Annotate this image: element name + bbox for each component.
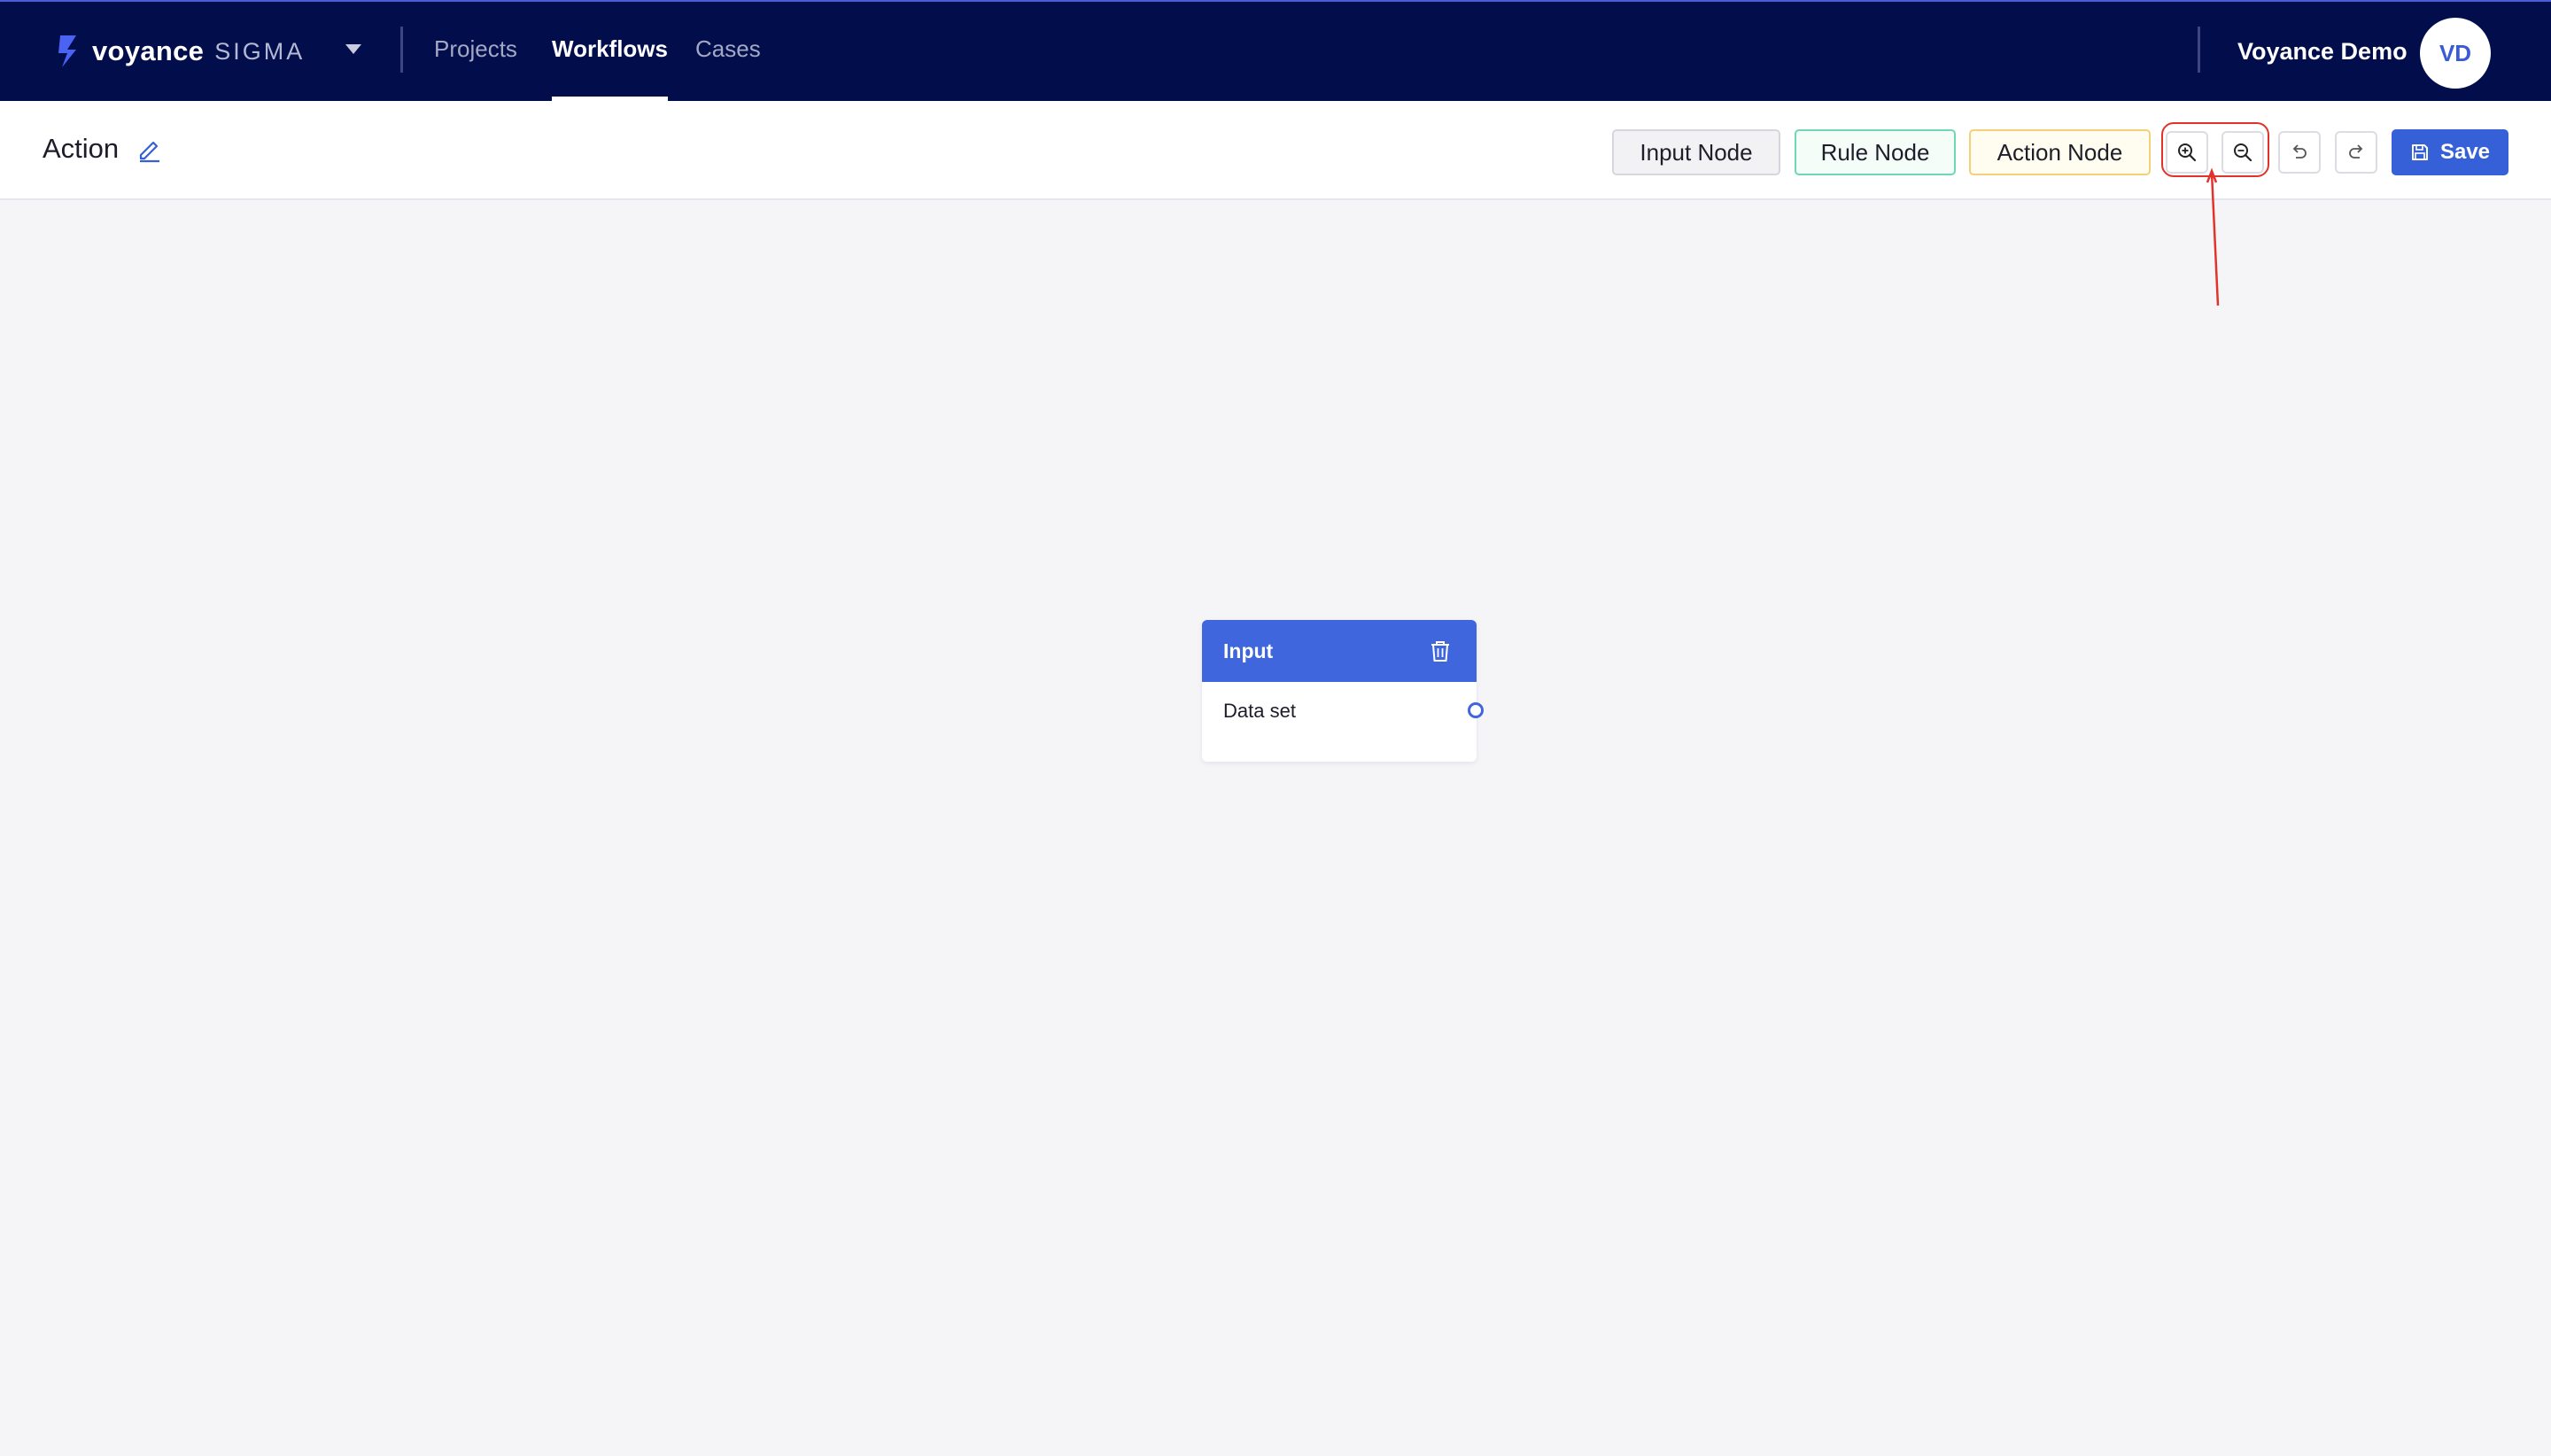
- logo[interactable]: voyance SIGMA: [57, 34, 305, 69]
- nav-workflows[interactable]: Workflows: [552, 35, 668, 63]
- nav-divider: [400, 27, 403, 73]
- output-handle[interactable]: [1468, 702, 1484, 718]
- redo-icon: [2349, 144, 2363, 159]
- nav-projects[interactable]: Projects: [434, 35, 517, 63]
- input-node[interactable]: Input Data set: [1202, 620, 1484, 762]
- node-header: Input: [1202, 620, 1477, 682]
- add-input-node-button[interactable]: Input Node: [1612, 129, 1780, 175]
- redo-button[interactable]: [2335, 131, 2377, 174]
- pencil-icon[interactable]: [136, 136, 163, 163]
- node-field-label: Data set: [1223, 700, 1296, 722]
- avatar[interactable]: VD: [2420, 18, 2491, 89]
- workflow-title: Action: [43, 133, 120, 164]
- add-action-node-button[interactable]: Action Node: [1969, 129, 2151, 175]
- add-rule-node-button[interactable]: Rule Node: [1795, 129, 1956, 175]
- nav-divider: [2198, 27, 2200, 73]
- app-switcher-chevron-down-icon[interactable]: [345, 44, 361, 54]
- node-title: Input: [1223, 639, 1274, 662]
- top-nav: voyance SIGMA Projects Workflows Cases V…: [0, 0, 2551, 101]
- save-button[interactable]: Save: [2392, 129, 2508, 175]
- undo-icon: [2292, 144, 2307, 159]
- brand-name: voyance: [92, 35, 205, 66]
- voyance-logo-icon: [58, 35, 76, 67]
- save-icon: [2411, 144, 2428, 160]
- user-name: Voyance Demo: [2237, 38, 2408, 65]
- trash-icon[interactable]: [1427, 638, 1454, 664]
- save-button-label: Save: [2439, 140, 2491, 164]
- undo-button[interactable]: [2278, 131, 2321, 174]
- annotation-arrow: [2206, 167, 2220, 306]
- nav-cases[interactable]: Cases: [695, 35, 761, 63]
- workflow-canvas[interactable]: Input Data set: [0, 200, 2551, 1456]
- product-name: SIGMA: [214, 37, 306, 65]
